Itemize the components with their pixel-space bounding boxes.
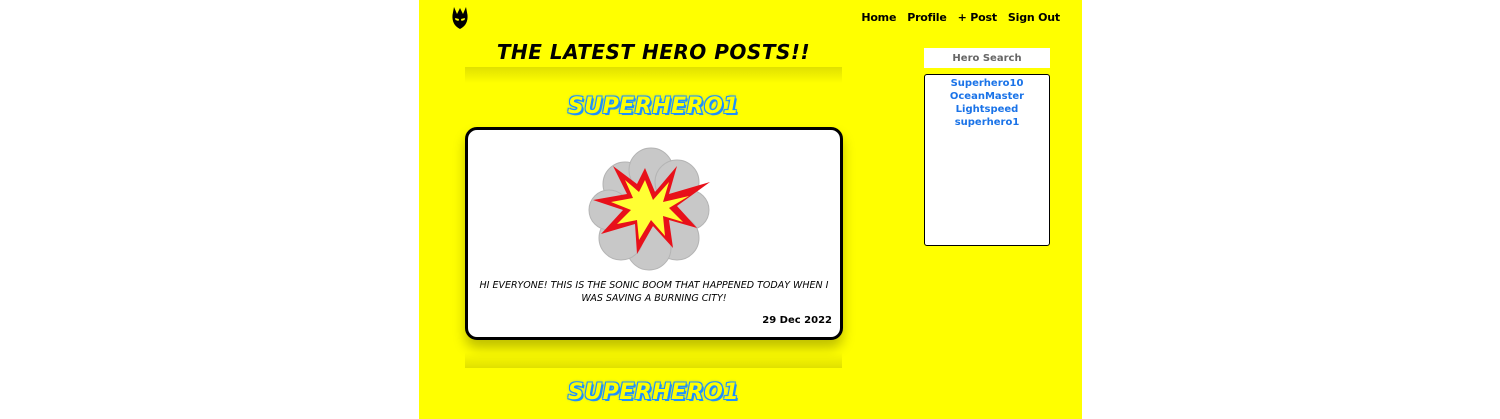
section-divider	[465, 67, 842, 83]
feed-title: The Latest Hero Posts!!	[496, 40, 811, 64]
hero-list-item[interactable]: OceanMaster	[925, 90, 1049, 103]
comic-explosion-icon	[588, 147, 710, 271]
post-card: Hi everyone! This is the sonic boom that…	[465, 127, 843, 340]
post-author[interactable]: superhero1	[465, 94, 842, 119]
section-divider	[465, 352, 842, 368]
hero-mask-logo-icon[interactable]	[451, 6, 469, 30]
post-text: Hi everyone! This is the sonic boom that…	[479, 280, 829, 304]
top-nav: Home Profile + Post Sign Out	[861, 11, 1060, 24]
nav-sign-out-link[interactable]: Sign Out	[1008, 11, 1060, 24]
post-author[interactable]: superhero1	[465, 380, 842, 405]
hero-list-item[interactable]: superhero1	[925, 116, 1049, 129]
nav-profile-link[interactable]: Profile	[907, 11, 947, 24]
post-date: 29 Dec 2022	[762, 315, 832, 326]
nav-new-post-link[interactable]: + Post	[958, 11, 997, 24]
nav-home-link[interactable]: Home	[861, 11, 896, 24]
hero-list-item[interactable]: Superhero10	[925, 77, 1049, 90]
hero-list-item[interactable]: Lightspeed	[925, 103, 1049, 116]
hero-list: Superhero10 OceanMaster Lightspeed super…	[924, 74, 1050, 246]
app-container: Home Profile + Post Sign Out The Latest …	[419, 0, 1082, 419]
hero-search-input[interactable]	[924, 48, 1050, 68]
